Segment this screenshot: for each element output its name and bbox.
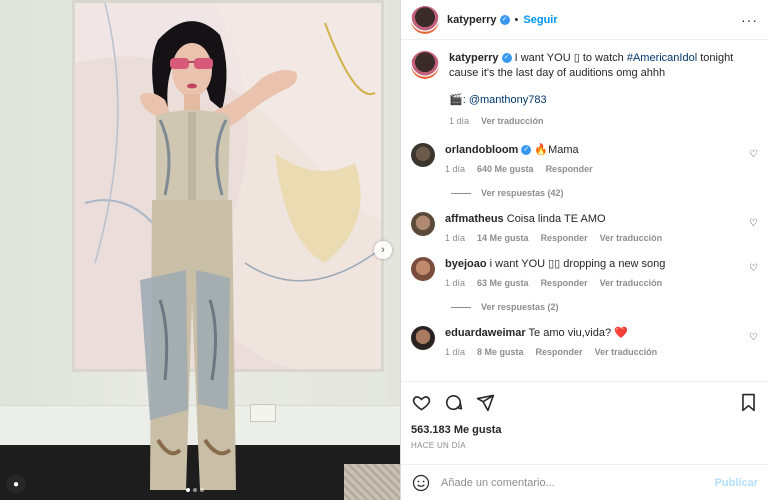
heart-icon[interactable]: ♡	[749, 149, 758, 160]
caption-part: to watch	[579, 52, 627, 64]
mention-link[interactable]: : @manthony783	[463, 94, 547, 106]
avatar[interactable]	[411, 51, 439, 79]
bookmark-icon[interactable]	[738, 392, 758, 412]
comment-body: i want YOU ▯▯ dropping a new song	[486, 258, 666, 270]
avatar[interactable]	[411, 326, 435, 350]
comment-body: Coisa linda TE AMO	[503, 213, 606, 225]
carousel-dot	[193, 488, 197, 492]
caption-text: katyperry ✓ I want YOU ▯ to watch #Americ…	[449, 51, 758, 129]
timestamp[interactable]: 1 día	[445, 233, 465, 243]
comment-username[interactable]: byejoao	[445, 258, 487, 270]
timestamp[interactable]: 1 día	[445, 278, 465, 288]
like-count[interactable]: 563.183 Me gusta	[411, 424, 758, 436]
chevron-right-icon[interactable]: ›	[374, 241, 392, 259]
carousel-dot	[186, 488, 190, 492]
like-count[interactable]: 14 Me gusta	[477, 233, 529, 243]
post-header: katyperry ✓ • Seguir ···	[401, 0, 768, 40]
comment-meta: 1 día 8 Me gusta Responder Ver traducció…	[445, 347, 758, 357]
clapper-icon: 🎬	[449, 94, 463, 106]
action-bar: 563.183 Me gusta HACE UN DÍA	[401, 381, 768, 450]
avatar[interactable]	[411, 212, 435, 236]
comments-scroll[interactable]: katyperry ✓ I want YOU ▯ to watch #Americ…	[401, 41, 768, 381]
comment-text: byejoao i want YOU ▯▯ dropping a new son…	[445, 257, 758, 272]
heart-icon[interactable]: ♡	[749, 332, 758, 343]
translate-link[interactable]: Ver traducción	[600, 233, 663, 243]
comment-username[interactable]: eduardaweimar	[445, 327, 526, 339]
like-count[interactable]: 640 Me gusta	[477, 164, 534, 174]
user-tag-icon[interactable]: ●	[6, 474, 26, 494]
comment-icon[interactable]	[443, 392, 463, 412]
hashtag-link[interactable]: #AmericanIdol	[627, 52, 697, 64]
translate-link[interactable]: Ver traducción	[481, 114, 544, 129]
replies-divider	[451, 306, 471, 308]
comment-body: 🔥Mama	[531, 144, 579, 156]
like-count[interactable]: 63 Me gusta	[477, 278, 529, 288]
comment-meta: 1 día 14 Me gusta Responder Ver traducci…	[445, 233, 758, 243]
avatar[interactable]	[411, 257, 435, 281]
separator-dot: •	[514, 13, 519, 26]
more-options-icon[interactable]: ···	[741, 12, 758, 28]
comment-username[interactable]: orlandobloom	[445, 144, 518, 156]
view-replies-label: Ver respuestas (2)	[481, 302, 559, 312]
post-panel: katyperry ✓ • Seguir ··· katyperry ✓ I wa…	[400, 0, 768, 500]
carousel-dots	[186, 488, 204, 492]
comment-list: orlandobloom ✓ 🔥Mama 1 día 640 Me gusta R…	[411, 143, 758, 357]
view-replies-button[interactable]: Ver respuestas (42)	[451, 188, 758, 198]
comment-composer: Publicar	[401, 464, 768, 500]
caption: katyperry ✓ I want YOU ▯ to watch #Americ…	[411, 51, 758, 129]
comment-meta: 1 día 640 Me gusta Responder	[445, 164, 758, 174]
reply-button[interactable]: Responder	[536, 347, 583, 357]
view-replies-label: Ver respuestas (42)	[481, 188, 564, 198]
verified-badge-icon: ✓	[521, 145, 532, 156]
comment: affmatheus Coisa linda TE AMO 1 día 14 M…	[411, 212, 758, 243]
comment-username[interactable]: affmatheus	[445, 213, 504, 225]
timestamp[interactable]: 1 día	[445, 347, 465, 357]
caption-part: I want YOU	[511, 52, 574, 64]
author-username[interactable]: katyperry	[447, 14, 497, 26]
comment-text: eduardaweimar Te amo viu,vida? ❤️	[445, 326, 758, 341]
caption-meta: 1 día Ver traducción	[449, 114, 758, 129]
comment-text: orlandobloom ✓ 🔥Mama	[445, 143, 758, 158]
timestamp[interactable]: 1 día	[445, 164, 465, 174]
verified-badge-icon: ✓	[499, 14, 510, 25]
translate-link[interactable]: Ver traducción	[600, 278, 663, 288]
reply-button[interactable]: Responder	[546, 164, 593, 174]
timestamp[interactable]: 1 día	[449, 114, 469, 129]
heart-icon[interactable]	[411, 392, 431, 412]
comment-text: affmatheus Coisa linda TE AMO	[445, 212, 758, 227]
avatar[interactable]	[411, 5, 439, 34]
person-figure	[140, 21, 297, 490]
view-replies-button[interactable]: Ver respuestas (2)	[451, 302, 758, 312]
post-date: HACE UN DÍA	[411, 441, 466, 450]
reply-button[interactable]: Responder	[541, 278, 588, 288]
follow-button[interactable]: Seguir	[523, 14, 557, 26]
like-count[interactable]: 8 Me gusta	[477, 347, 524, 357]
comment-input[interactable]	[441, 476, 715, 489]
comment-meta: 1 día 63 Me gusta Responder Ver traducci…	[445, 278, 758, 288]
translate-link[interactable]: Ver traducción	[595, 347, 658, 357]
heart-icon[interactable]: ♡	[749, 263, 758, 274]
publish-button[interactable]: Publicar	[715, 477, 758, 489]
replies-divider	[451, 192, 471, 194]
reply-button[interactable]: Responder	[541, 233, 588, 243]
emoji-icon[interactable]	[411, 473, 431, 493]
comment: byejoao i want YOU ▯▯ dropping a new son…	[411, 257, 758, 288]
post-photo[interactable]: › ●	[0, 0, 400, 500]
share-icon[interactable]	[475, 392, 495, 412]
caption-author[interactable]: katyperry	[449, 52, 499, 64]
heart-icon[interactable]: ♡	[749, 218, 758, 229]
comment-body: Te amo viu,vida? ❤️	[525, 327, 628, 339]
comment: eduardaweimar Te amo viu,vida? ❤️ 1 día …	[411, 326, 758, 357]
carousel-dot	[200, 488, 204, 492]
verified-badge-icon: ✓	[501, 53, 512, 64]
comment: orlandobloom ✓ 🔥Mama 1 día 640 Me gusta R…	[411, 143, 758, 174]
avatar[interactable]	[411, 143, 435, 167]
